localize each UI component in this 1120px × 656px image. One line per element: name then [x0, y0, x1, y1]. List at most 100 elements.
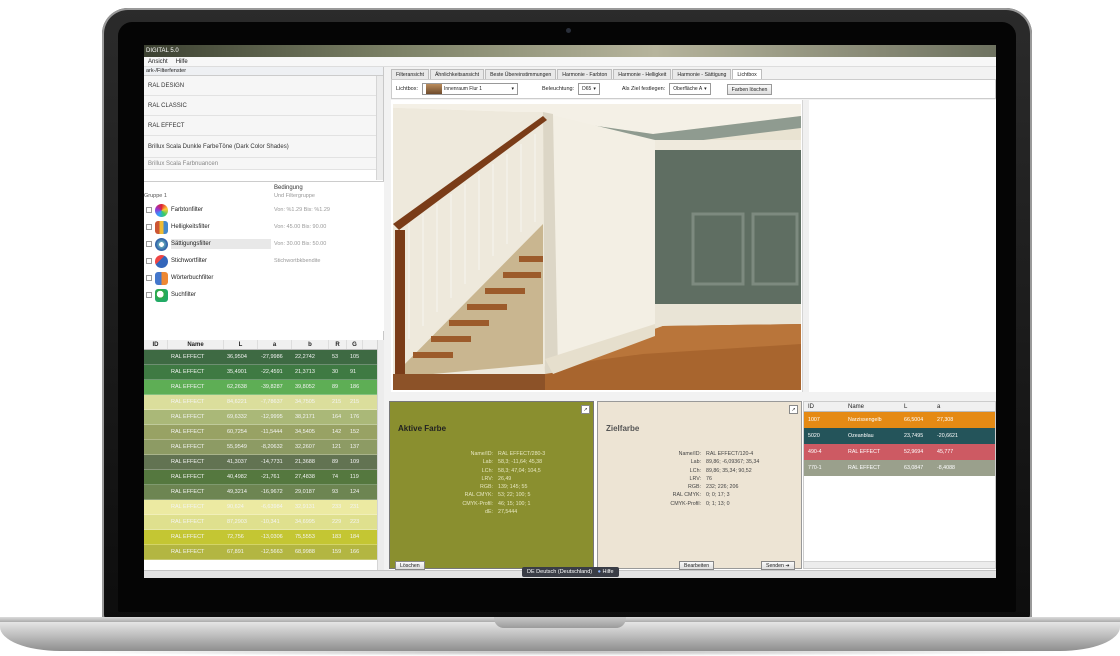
table-cell: -14,7731 — [261, 459, 283, 465]
left-pane-title: ark-/Filterfenster — [144, 67, 383, 76]
illumination-select[interactable]: D65 ▾ — [578, 83, 600, 95]
table-row[interactable]: RAL EFFECT 87,2903 -10,341 34,6995 229 223 — [144, 515, 377, 530]
lightbox-label: Lichtbox: — [396, 86, 419, 92]
table-cell: 231 — [350, 504, 360, 510]
table-cell: 87,2903 — [227, 519, 247, 525]
dictionary-icon — [155, 271, 168, 285]
checkbox[interactable] — [146, 258, 152, 264]
table-cell: 68,9988 — [295, 549, 315, 555]
table-cell — [144, 455, 168, 469]
table-cell: Ozeanblau — [848, 433, 874, 439]
table-row[interactable]: 1007 Narzissengelb 66,5004 27,308 — [804, 412, 995, 428]
table-cell: -11,5444 — [261, 429, 283, 435]
table-cell: 27,4838 — [295, 474, 315, 480]
tab-harmonie-saettigung[interactable]: Harmonie - Sättigung — [672, 69, 732, 79]
view-tabs: Filteransicht Ähnlichkeitsansicht Beste … — [391, 69, 763, 79]
table-cell: 137 — [350, 444, 360, 450]
send-button[interactable]: Senden ➜ — [761, 561, 795, 570]
table-row[interactable]: RAL EFFECT 36,9504 -27,9986 22,2742 53 105 — [144, 350, 377, 365]
filter-row-search[interactable]: Suchfilter — [144, 287, 384, 303]
tab-beste-uebereinstimmungen[interactable]: Beste Übereinstimmungen — [485, 69, 557, 79]
table-row[interactable]: 490-4 RAL EFFECT 52,9694 45,777 — [804, 444, 995, 460]
horizontal-scrollbar[interactable] — [804, 561, 995, 568]
table-cell: RAL EFFECT — [171, 384, 205, 390]
table-row[interactable]: RAL EFFECT 60,7254 -11,5444 34,5405 142 152 — [144, 425, 377, 440]
tab-filteransicht[interactable]: Filteransicht — [391, 69, 429, 79]
table-cell: 75,5553 — [295, 534, 315, 540]
delete-button[interactable]: Löschen — [395, 561, 425, 570]
table-row[interactable]: RAL EFFECT 35,4901 -22,4591 21,3713 30 91 — [144, 365, 377, 380]
table-cell: 34,5405 — [295, 429, 315, 435]
collection-ral-effect[interactable]: RAL EFFECT — [144, 116, 383, 136]
table-row[interactable]: RAL EFFECT 69,6332 -12,9995 38,2171 164 176 — [144, 410, 377, 425]
filter-group-label: Gruppe 1 — [144, 193, 167, 199]
lightbox-select[interactable]: Innenraum Flur 1 ▾ — [422, 83, 519, 95]
table-row[interactable]: RAL EFFECT 67,891 -12,5663 68,9988 159 166 — [144, 545, 377, 560]
room-preview-image[interactable] — [393, 104, 801, 390]
filter-row-keyword[interactable]: Stichwortfilter Stichwortbkbendite — [144, 253, 384, 269]
collection-ral-design[interactable]: RAL DESIGN — [144, 76, 383, 96]
menu-ansicht[interactable]: Ansicht — [148, 57, 168, 66]
active-color-values: RAL EFFECT/280-3 58,3; -11,64; 45,38 58,3;… — [498, 451, 546, 516]
table-cell: 60,7254 — [227, 429, 247, 435]
expand-icon[interactable]: ↗ — [581, 405, 590, 414]
table-row[interactable]: RAL EFFECT 84,6221 -7,78637 34,7505 215 215 — [144, 395, 377, 410]
tab-aehnlichkeitsansicht[interactable]: Ähnlichkeitsansicht — [429, 69, 485, 79]
table-row[interactable]: 770-1 RAL EFFECT 63,0847 -8,4088 — [804, 460, 995, 476]
collection-brillux-nuances[interactable]: Brillux Scala Farbnuancen — [144, 158, 383, 170]
table-cell — [144, 485, 168, 499]
table-row[interactable]: 5020 Ozeanblau 23,7495 -20,6621 — [804, 428, 995, 444]
language-indicator[interactable]: DE Deutsch (Deutschland) ● Hilfe — [522, 567, 619, 577]
filter-row-hue[interactable]: Farbtonfilter Von: %1.29 Bis: %1.29 — [144, 202, 384, 218]
room-thumbnail-icon — [426, 84, 443, 94]
table-row[interactable]: RAL EFFECT 62,2638 -39,8287 39,8052 89 186 — [144, 380, 377, 395]
checkbox[interactable] — [146, 292, 152, 298]
tab-lichtbox[interactable]: Lichtbox — [732, 69, 762, 79]
table-cell: 183 — [332, 534, 342, 540]
table-body: RAL EFFECT 36,9504 -27,9986 22,2742 53 105 RAL… — [144, 350, 377, 560]
tab-harmonie-helligkeit[interactable]: Harmonie - Helligkeit — [613, 69, 672, 79]
tab-harmonie-farbton[interactable]: Harmonie - Farbton — [557, 69, 613, 79]
table-cell: 32,2607 — [295, 444, 315, 450]
table-row[interactable]: RAL EFFECT 41,3037 -14,7731 21,3688 89 109 — [144, 455, 377, 470]
checkbox[interactable] — [146, 275, 152, 281]
table-cell: RAL EFFECT — [171, 504, 205, 510]
table-row[interactable]: RAL EFFECT 55,9549 -8,20632 32,2607 121 137 — [144, 440, 377, 455]
filter-row-saturation[interactable]: Sättigungsfilter Von: 30.00 Bis: 50.00 — [144, 236, 384, 252]
table-cell: 66,5004 — [904, 417, 924, 423]
table-row[interactable]: RAL EFFECT 72,756 -13,0306 75,5553 183 184 — [144, 530, 377, 545]
table-cell: Narzissengelb — [848, 417, 882, 423]
table-scrollbar[interactable] — [377, 340, 384, 578]
table-row[interactable]: RAL EFFECT 49,3214 -16,9672 29,0187 93 124 — [144, 485, 377, 500]
collection-brillux-dark[interactable]: Brillux Scala Dunkle FarbeTöne (Dark Col… — [144, 136, 383, 158]
table-cell: 105 — [350, 354, 360, 360]
table-row[interactable]: RAL EFFECT 40,4982 -21,761 27,4838 74 119 — [144, 470, 377, 485]
table-cell: 186 — [350, 384, 360, 390]
table-cell: 52,9694 — [904, 449, 924, 455]
menu-hilfe[interactable]: Hilfe — [176, 57, 188, 66]
clear-colors-button[interactable]: Farben löschen — [726, 83, 773, 95]
table-cell: 152 — [350, 429, 360, 435]
table-cell: 67,891 — [227, 549, 244, 555]
target-select[interactable]: Oberfläche A ▾ — [669, 83, 711, 95]
checkbox[interactable] — [146, 207, 152, 213]
edit-button[interactable]: Bearbeiten — [679, 561, 715, 570]
table-cell: -16,9672 — [261, 489, 283, 495]
lightness-icon — [155, 220, 168, 234]
table-cell: 119 — [350, 474, 359, 480]
collection-scrollbar[interactable] — [376, 76, 383, 180]
collection-ral-classic[interactable]: RAL CLASSIC — [144, 96, 383, 116]
table-cell: -27,9986 — [261, 354, 283, 360]
checkbox[interactable] — [146, 241, 152, 247]
filter-row-lightness[interactable]: Helligkeitsfilter Von: 45.00 Bis: 90.00 — [144, 219, 384, 235]
table-cell: -8,20632 — [261, 444, 283, 450]
expand-icon[interactable]: ↗ — [789, 405, 798, 414]
preview-scrollbar[interactable] — [802, 100, 809, 392]
checkbox[interactable] — [146, 224, 152, 230]
table-cell: 215 — [350, 399, 360, 405]
table-row[interactable]: RAL EFFECT 90,624 -6,63984 32,9131 233 231 — [144, 500, 377, 515]
table-cell: 121 — [332, 444, 342, 450]
table-cell — [144, 530, 168, 544]
filter-row-dictionary[interactable]: Wörterbuchfilter — [144, 270, 384, 286]
table-cell: 40,4982 — [227, 474, 247, 480]
